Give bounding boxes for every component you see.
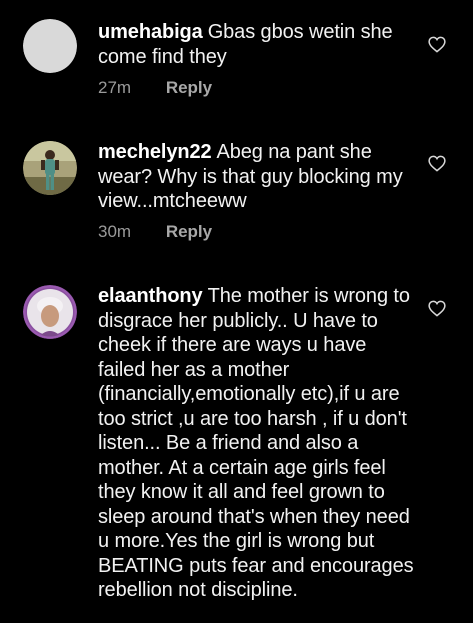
comment-time: 27m: [98, 78, 132, 97]
comment-text: elaanthony The mother is wrong to disgrac…: [98, 284, 418, 603]
heart-icon[interactable]: [428, 36, 446, 53]
comment-text: umehabiga Gbas gbos wetin she come find t…: [98, 20, 418, 69]
heart-icon[interactable]: [428, 155, 446, 172]
avatar[interactable]: [23, 285, 77, 339]
comment-text: mechelyn22 Abeg na pant she wear? Why is …: [98, 140, 418, 214]
comment-username[interactable]: umehabiga: [98, 21, 203, 43]
reply-button[interactable]: Reply: [166, 78, 212, 97]
avatar[interactable]: [23, 19, 77, 73]
avatar[interactable]: [23, 141, 77, 195]
comment-time: 30m: [98, 222, 132, 241]
comment-body: The mother is wrong to disgrace her publ…: [98, 285, 414, 601]
comment-username[interactable]: elaanthony: [98, 285, 203, 307]
comment-meta: 30m Reply: [98, 222, 212, 242]
comment-meta: 27m Reply: [98, 78, 212, 98]
reply-button[interactable]: Reply: [166, 222, 212, 241]
comment-username[interactable]: mechelyn22: [98, 141, 212, 163]
heart-icon[interactable]: [428, 300, 446, 317]
